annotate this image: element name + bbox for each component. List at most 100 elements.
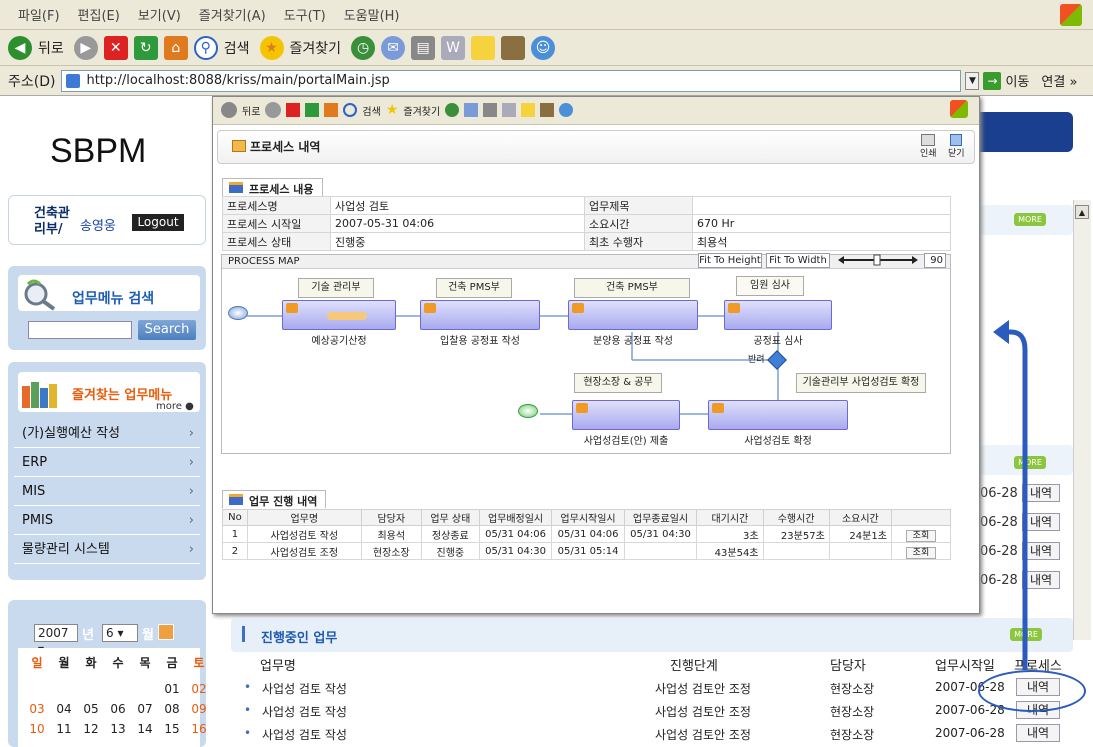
- fav-item-5[interactable]: 물량관리 시스템 ›: [14, 536, 200, 564]
- lookup-button[interactable]: 조회: [905, 529, 937, 542]
- calendar-year-select[interactable]: 2007 ▾: [34, 624, 78, 656]
- fav-item-3[interactable]: MIS ›: [14, 478, 200, 506]
- calendar-day[interactable]: 08: [161, 702, 183, 716]
- calendar-day[interactable]: 03: [26, 702, 48, 716]
- favorites-button[interactable]: 즐겨찾기: [290, 38, 342, 58]
- popup-search-button[interactable]: 검색: [362, 103, 380, 118]
- back-arrow-icon[interactable]: [221, 102, 237, 118]
- back-button[interactable]: 뒤로: [38, 38, 64, 58]
- print-label[interactable]: 인쇄: [920, 149, 937, 159]
- stop-icon[interactable]: [286, 103, 301, 117]
- fav-item-label[interactable]: 물량관리 시스템: [22, 542, 110, 557]
- zoom-value[interactable]: 90: [924, 253, 946, 268]
- calendar-day[interactable]: 14: [134, 722, 156, 736]
- task-box[interactable]: [282, 300, 396, 330]
- menu-search-input[interactable]: [28, 321, 132, 339]
- calendar-month-select[interactable]: 6 ▾: [102, 624, 138, 642]
- ongoing-task-name[interactable]: 사업성 검토 작성: [262, 680, 347, 697]
- mail-icon[interactable]: ✉: [381, 35, 406, 60]
- search-button[interactable]: 검색: [224, 38, 250, 58]
- print-icon[interactable]: [921, 134, 936, 146]
- forward-arrow-icon[interactable]: [265, 102, 282, 118]
- search-icon[interactable]: ⚲: [193, 35, 218, 60]
- refresh-icon[interactable]: [305, 103, 320, 117]
- stop-icon[interactable]: ✕: [103, 35, 128, 60]
- notes-icon[interactable]: [471, 35, 496, 60]
- back-arrow-icon[interactable]: ◀: [8, 35, 32, 60]
- home-icon[interactable]: [324, 103, 339, 117]
- logout-button[interactable]: Logout: [132, 214, 184, 231]
- tab-label[interactable]: 업무 진행 내역: [249, 495, 317, 508]
- history-icon[interactable]: [445, 103, 460, 117]
- print-icon[interactable]: ▤: [411, 35, 436, 60]
- forward-arrow-icon[interactable]: ▶: [73, 35, 98, 60]
- edit-icon[interactable]: W: [441, 35, 466, 60]
- research-icon[interactable]: [501, 35, 526, 60]
- page-scrollbar[interactable]: [1073, 200, 1091, 640]
- lookup-button[interactable]: 조회: [905, 546, 937, 559]
- calendar-day[interactable]: 04: [53, 702, 75, 716]
- close-label[interactable]: 닫기: [948, 149, 965, 159]
- close-door-icon[interactable]: [950, 134, 963, 146]
- task-box[interactable]: [724, 300, 832, 330]
- menu-help[interactable]: 도움말(H): [344, 5, 400, 24]
- ongoing-task-name[interactable]: 사업성 검토 작성: [262, 726, 347, 743]
- fav-item-label[interactable]: MIS: [22, 484, 45, 499]
- zoom-slider[interactable]: [836, 254, 920, 266]
- links-button[interactable]: 연결 »: [1041, 71, 1077, 90]
- url-field[interactable]: http://localhost:8088/kriss/main/portalM…: [61, 69, 962, 92]
- edit-icon[interactable]: [502, 103, 517, 117]
- task-box[interactable]: [420, 300, 540, 330]
- calendar-day[interactable]: 13: [107, 722, 129, 736]
- calendar-today-icon[interactable]: [158, 624, 174, 640]
- fit-width-button[interactable]: Fit To Width: [766, 253, 830, 268]
- popup-close-button[interactable]: 닫기: [948, 134, 965, 159]
- refresh-icon[interactable]: ↻: [133, 35, 158, 60]
- search-icon[interactable]: [343, 103, 358, 117]
- calendar-month[interactable]: 6: [106, 626, 114, 640]
- calendar-day[interactable]: 01: [161, 682, 183, 696]
- tab-progress-history[interactable]: 업무 진행 내역: [222, 490, 327, 508]
- calendar-day[interactable]: 09: [188, 702, 210, 716]
- popup-back-button[interactable]: 뒤로: [242, 103, 260, 118]
- fit-height-button[interactable]: Fit To Height: [698, 253, 762, 268]
- fav-item-label[interactable]: ERP: [22, 455, 47, 470]
- menu-tools[interactable]: 도구(T): [284, 5, 326, 24]
- menu-file[interactable]: 파일(F): [18, 5, 60, 24]
- menu-favorites[interactable]: 즐겨찾기(A): [199, 5, 266, 24]
- ongoing-task-name[interactable]: 사업성 검토 작성: [262, 703, 347, 720]
- calendar-day[interactable]: 02: [188, 682, 210, 696]
- menu-view[interactable]: 보기(V): [138, 5, 181, 24]
- menu-search-button[interactable]: Search: [138, 320, 196, 340]
- more-circle-icon[interactable]: ●: [185, 401, 194, 412]
- fav-item-4[interactable]: PMIS ›: [14, 507, 200, 535]
- notes-icon[interactable]: [521, 103, 536, 117]
- popup-print-button[interactable]: 인쇄: [920, 134, 937, 159]
- task-box[interactable]: [568, 300, 698, 330]
- home-icon[interactable]: ⌂: [163, 35, 188, 60]
- favorites-star-icon[interactable]: ★: [386, 102, 399, 118]
- messenger-icon[interactable]: [559, 103, 574, 117]
- messenger-icon[interactable]: ☺: [531, 35, 556, 60]
- print-icon[interactable]: [483, 103, 498, 117]
- more-badge[interactable]: MORE: [1014, 213, 1046, 226]
- calendar-day[interactable]: 16: [188, 722, 210, 736]
- history-icon[interactable]: ◷: [351, 35, 376, 60]
- research-icon[interactable]: [540, 103, 555, 117]
- detail-button[interactable]: 내역: [1016, 724, 1060, 742]
- calendar-day[interactable]: 11: [53, 722, 75, 736]
- calendar-day[interactable]: 10: [26, 722, 48, 736]
- fav-item-2[interactable]: ERP ›: [14, 449, 200, 477]
- fav-item-label[interactable]: (가)실행예산 작성: [22, 426, 120, 441]
- task-box[interactable]: [572, 400, 680, 430]
- calendar-day[interactable]: 07: [134, 702, 156, 716]
- scroll-up-icon[interactable]: ▲: [1075, 205, 1089, 219]
- fav-item-label[interactable]: PMIS: [22, 513, 53, 528]
- popup-favorites-button[interactable]: 즐겨찾기: [403, 103, 440, 118]
- go-arrow-icon[interactable]: →: [983, 71, 1002, 90]
- menu-edit[interactable]: 편집(E): [78, 5, 120, 24]
- tab-process-content[interactable]: 프로세스 내용: [222, 178, 323, 196]
- favorites-star-icon[interactable]: ★: [259, 35, 284, 60]
- go-button[interactable]: 이동: [1005, 71, 1029, 90]
- url-text[interactable]: http://localhost:8088/kriss/main/portalM…: [86, 73, 389, 88]
